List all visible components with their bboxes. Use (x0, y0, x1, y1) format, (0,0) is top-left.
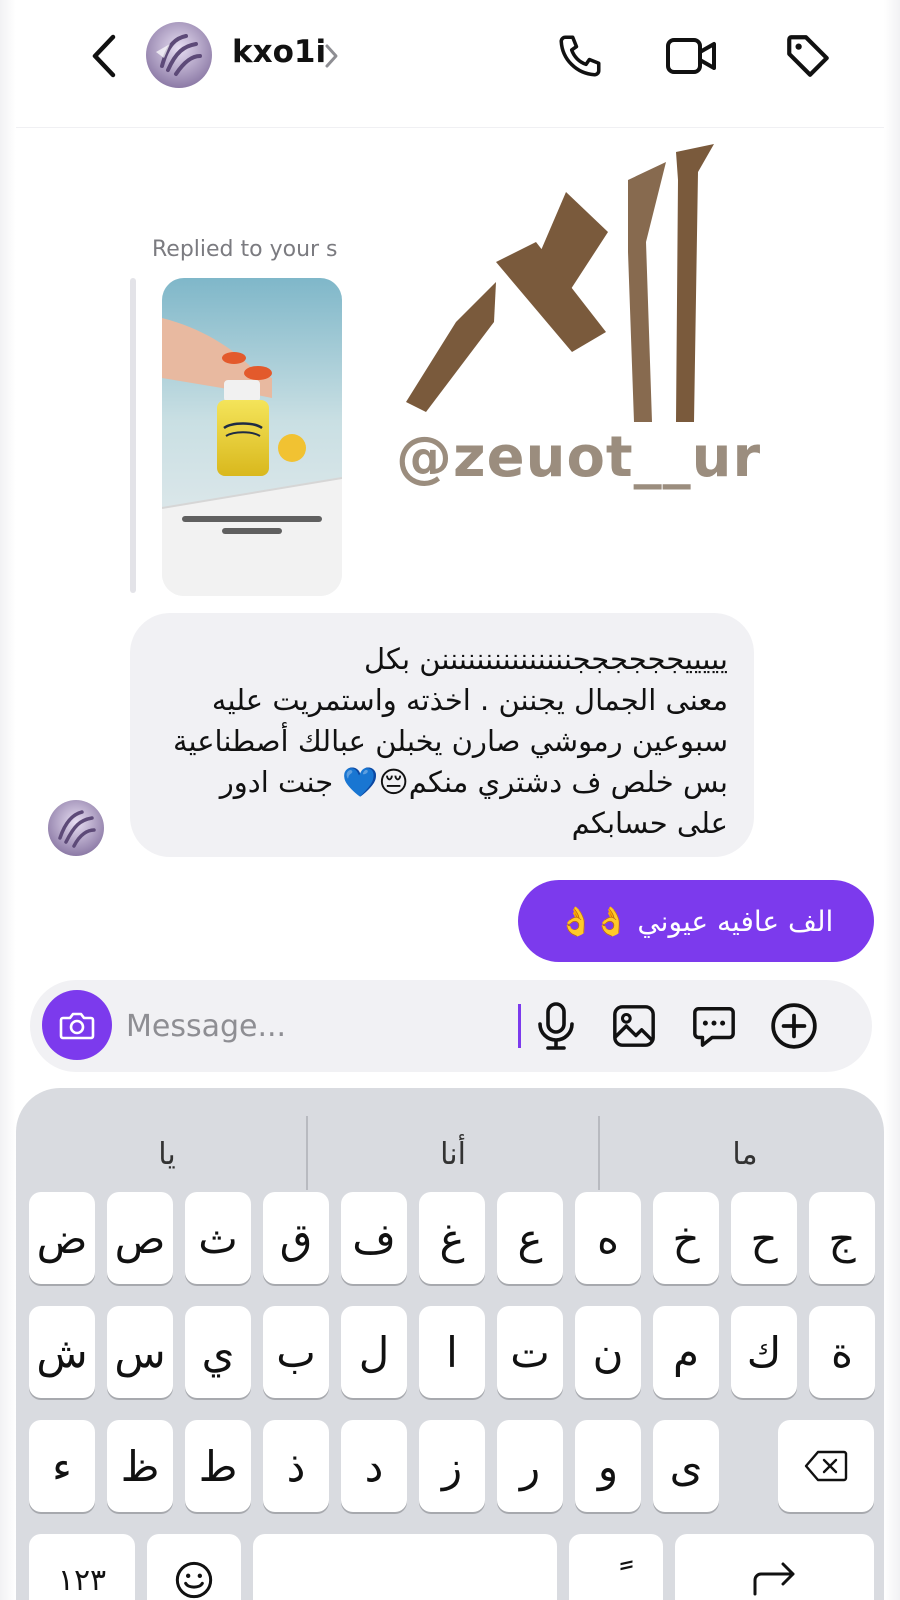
camera-button[interactable] (42, 990, 112, 1060)
chevron-right-icon (325, 44, 338, 68)
image-icon (613, 1005, 655, 1047)
camera-icon (59, 1012, 95, 1040)
key[interactable]: ي (185, 1306, 251, 1398)
brand-handle-text: @zeuot__ur (396, 425, 762, 490)
incoming-message-bubble[interactable]: يييييججججججنننننننننننننننن بكل معنى الج… (130, 613, 754, 857)
key[interactable]: ج (809, 1192, 875, 1284)
reply-indicator-bar (130, 278, 136, 593)
story-reply-label: Replied to your s (152, 237, 338, 262)
arabic-keyboard: يا أنا ما ض ص ث ق ف غ ع ه خ ح ج ش س ي ب … (16, 1088, 884, 1600)
key[interactable]: و (575, 1420, 641, 1512)
key[interactable]: ل (341, 1306, 407, 1398)
message-input[interactable] (126, 1000, 506, 1052)
key[interactable]: ا (419, 1306, 485, 1398)
key[interactable]: ك (731, 1306, 797, 1398)
message-line: يييييججججججنننننننننننننننن بكل (363, 642, 728, 676)
message-line: على حسابكم (571, 806, 728, 840)
outgoing-message-bubble[interactable]: الف عافيه عيوني 👌👌 (518, 880, 874, 962)
text-cursor (518, 1004, 521, 1048)
space-key[interactable] (253, 1534, 557, 1600)
key[interactable]: ن (575, 1306, 641, 1398)
key[interactable]: د (341, 1420, 407, 1512)
chevron-left-icon (92, 34, 116, 78)
more-options-button[interactable] (766, 998, 822, 1054)
microphone-icon (538, 1002, 574, 1050)
sticker-button[interactable] (686, 998, 742, 1054)
video-call-button[interactable] (662, 26, 722, 86)
key[interactable]: س (107, 1306, 173, 1398)
key[interactable]: خ (653, 1192, 719, 1284)
key[interactable]: ق (263, 1192, 329, 1284)
sender-avatar[interactable] (48, 800, 104, 856)
suggestion-3[interactable]: ما (600, 1114, 890, 1194)
chat-header: kxo1i (16, 0, 884, 128)
frame-edge-right (884, 0, 900, 1600)
key[interactable]: ض (29, 1192, 95, 1284)
emoji-icon (175, 1561, 213, 1599)
key[interactable]: ف (341, 1192, 407, 1284)
gallery-button[interactable] (606, 998, 662, 1054)
key[interactable]: ع (497, 1192, 563, 1284)
key[interactable]: ذ (263, 1420, 329, 1512)
key[interactable]: ظ (107, 1420, 173, 1512)
voice-call-button[interactable] (550, 26, 610, 86)
key[interactable]: ر (497, 1420, 563, 1512)
tag-button[interactable] (778, 26, 838, 86)
key[interactable]: ى (653, 1420, 719, 1512)
return-key[interactable] (675, 1534, 874, 1600)
video-camera-icon (666, 38, 716, 74)
key[interactable]: ث (185, 1192, 251, 1284)
phone-icon (559, 35, 601, 77)
key[interactable]: ب (263, 1306, 329, 1398)
diacritic-key[interactable]: ً (569, 1534, 663, 1600)
voice-message-button[interactable] (528, 998, 584, 1054)
suggestion-2[interactable]: أنا (308, 1114, 598, 1194)
emoji-key[interactable] (147, 1534, 241, 1600)
message-line: بس خلص ف دشتري منكم😔💙 جنت ادور (219, 765, 728, 799)
key[interactable]: ز (419, 1420, 485, 1512)
key[interactable]: ء (29, 1420, 95, 1512)
key[interactable]: ة (809, 1306, 875, 1398)
numbers-key[interactable]: ١٢٣ (29, 1534, 135, 1600)
key[interactable]: ص (107, 1192, 173, 1284)
backspace-icon (804, 1450, 848, 1482)
tag-icon (787, 35, 829, 77)
return-arrow-icon (753, 1562, 794, 1596)
message-line: سبوعين رموشي صارن يخبلن عبالك أصطناعية (172, 724, 728, 758)
back-button[interactable] (76, 28, 132, 84)
message-line: معنى الجمال يجننن . اخذته واستمريت عليه (211, 683, 728, 717)
contact-avatar[interactable] (146, 22, 212, 88)
key[interactable]: ت (497, 1306, 563, 1398)
suggestion-1[interactable]: يا (22, 1114, 312, 1194)
key[interactable]: ه (575, 1192, 641, 1284)
key[interactable]: م (653, 1306, 719, 1398)
contact-name[interactable]: kxo1i (232, 34, 326, 70)
delete-key[interactable] (778, 1420, 874, 1512)
frame-edge-left (0, 0, 16, 1600)
chat-bubble-icon (693, 1007, 735, 1047)
story-thumbnail[interactable] (162, 278, 342, 596)
key[interactable]: ش (29, 1306, 95, 1398)
plus-circle-icon (771, 1003, 817, 1049)
key[interactable]: ط (185, 1420, 251, 1512)
outgoing-message-text: الف عافيه عيوني 👌👌 (558, 904, 834, 938)
key[interactable]: ح (731, 1192, 797, 1284)
key[interactable]: غ (419, 1192, 485, 1284)
message-composer (30, 980, 872, 1072)
